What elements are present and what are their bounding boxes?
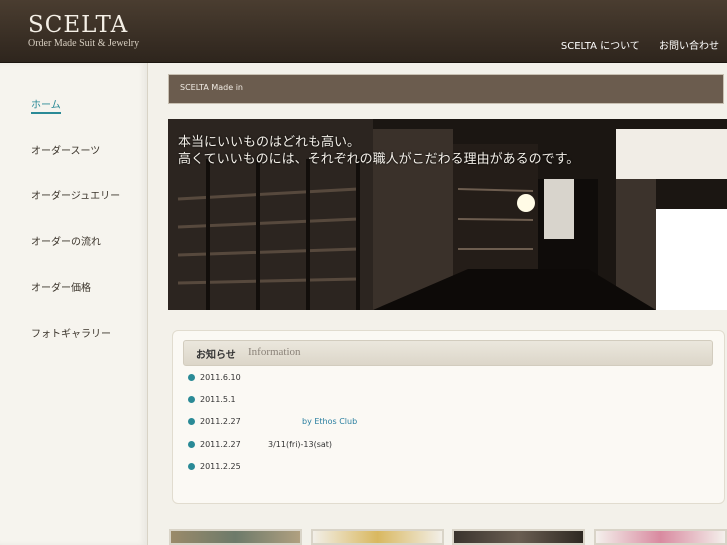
news-date: 2011.6.10 (200, 373, 241, 382)
topnav-contact-link[interactable]: お問い合わせ (659, 41, 719, 52)
news-item[interactable]: 2011.6.10 (188, 373, 266, 382)
sidebar-item-photo-gallery[interactable]: フォトギャラリー (31, 325, 111, 340)
news-header: お知らせ Information (183, 340, 713, 366)
news-title: お知らせ (196, 350, 236, 361)
topnav-about-link[interactable]: SCELTA について (561, 41, 640, 52)
sidebar-item-order-flow[interactable]: オーダーの流れ (31, 233, 101, 248)
news-panel: お知らせ Information 2011.6.10 2011.5.1 2011… (172, 330, 725, 504)
sidebar-item-order-suits[interactable]: オーダースーツ (31, 142, 100, 157)
logo-subtitle: Order Made Suit & Jewelry (28, 38, 140, 49)
sidebar-item-order-jewelry[interactable]: オーダージュエリー (31, 187, 120, 202)
sidebar-item-home[interactable]: ホーム (31, 96, 61, 114)
hero-headline-2: 高くていいものには、それぞれの職人がこだわる理由があるのです。 (178, 152, 580, 167)
breadcrumb: SCELTA Made in (168, 74, 724, 104)
gallery-thumbnail[interactable] (311, 529, 444, 545)
bullet-icon (188, 418, 195, 425)
news-item[interactable]: 2011.2.25 (188, 462, 266, 471)
gallery-thumbnail[interactable] (452, 529, 585, 545)
site-header: SCELTA Order Made Suit & Jewelry SCELTA … (0, 0, 727, 63)
bullet-icon (188, 441, 195, 448)
top-nav: SCELTA について お問い合わせ (545, 37, 719, 52)
sidebar: ホーム オーダースーツ オーダージュエリー オーダーの流れ オーダー価格 フォト… (0, 63, 148, 545)
news-date: 2011.2.25 (200, 462, 241, 471)
news-link[interactable]: by Ethos Club (302, 417, 357, 426)
news-date: 2011.5.1 (200, 395, 236, 404)
gallery-thumbnail[interactable] (169, 529, 302, 545)
logo-title[interactable]: SCELTA (28, 12, 128, 38)
hero-image: 本当にいいものはどれも高い。 高くていいものには、それぞれの職人がこだわる理由が… (168, 119, 727, 310)
bullet-icon (188, 396, 195, 403)
news-date: 2011.2.27 (200, 440, 241, 449)
gallery-thumbnail[interactable] (594, 529, 727, 545)
sidebar-item-order-price[interactable]: オーダー価格 (31, 279, 91, 294)
news-item[interactable]: 2011.2.27 by Ethos Club (188, 417, 357, 426)
news-text[interactable]: 3/11(fri)-13(sat) (268, 440, 332, 449)
news-item[interactable]: 2011.5.1 (188, 395, 266, 404)
news-date: 2011.2.27 (200, 417, 241, 426)
bullet-icon (188, 374, 195, 381)
bullet-icon (188, 463, 195, 470)
news-item[interactable]: 2011.2.27 3/11(fri)-13(sat) (188, 440, 332, 449)
news-subtitle: Information (248, 346, 301, 358)
breadcrumb-text: SCELTA Made in (180, 83, 243, 92)
